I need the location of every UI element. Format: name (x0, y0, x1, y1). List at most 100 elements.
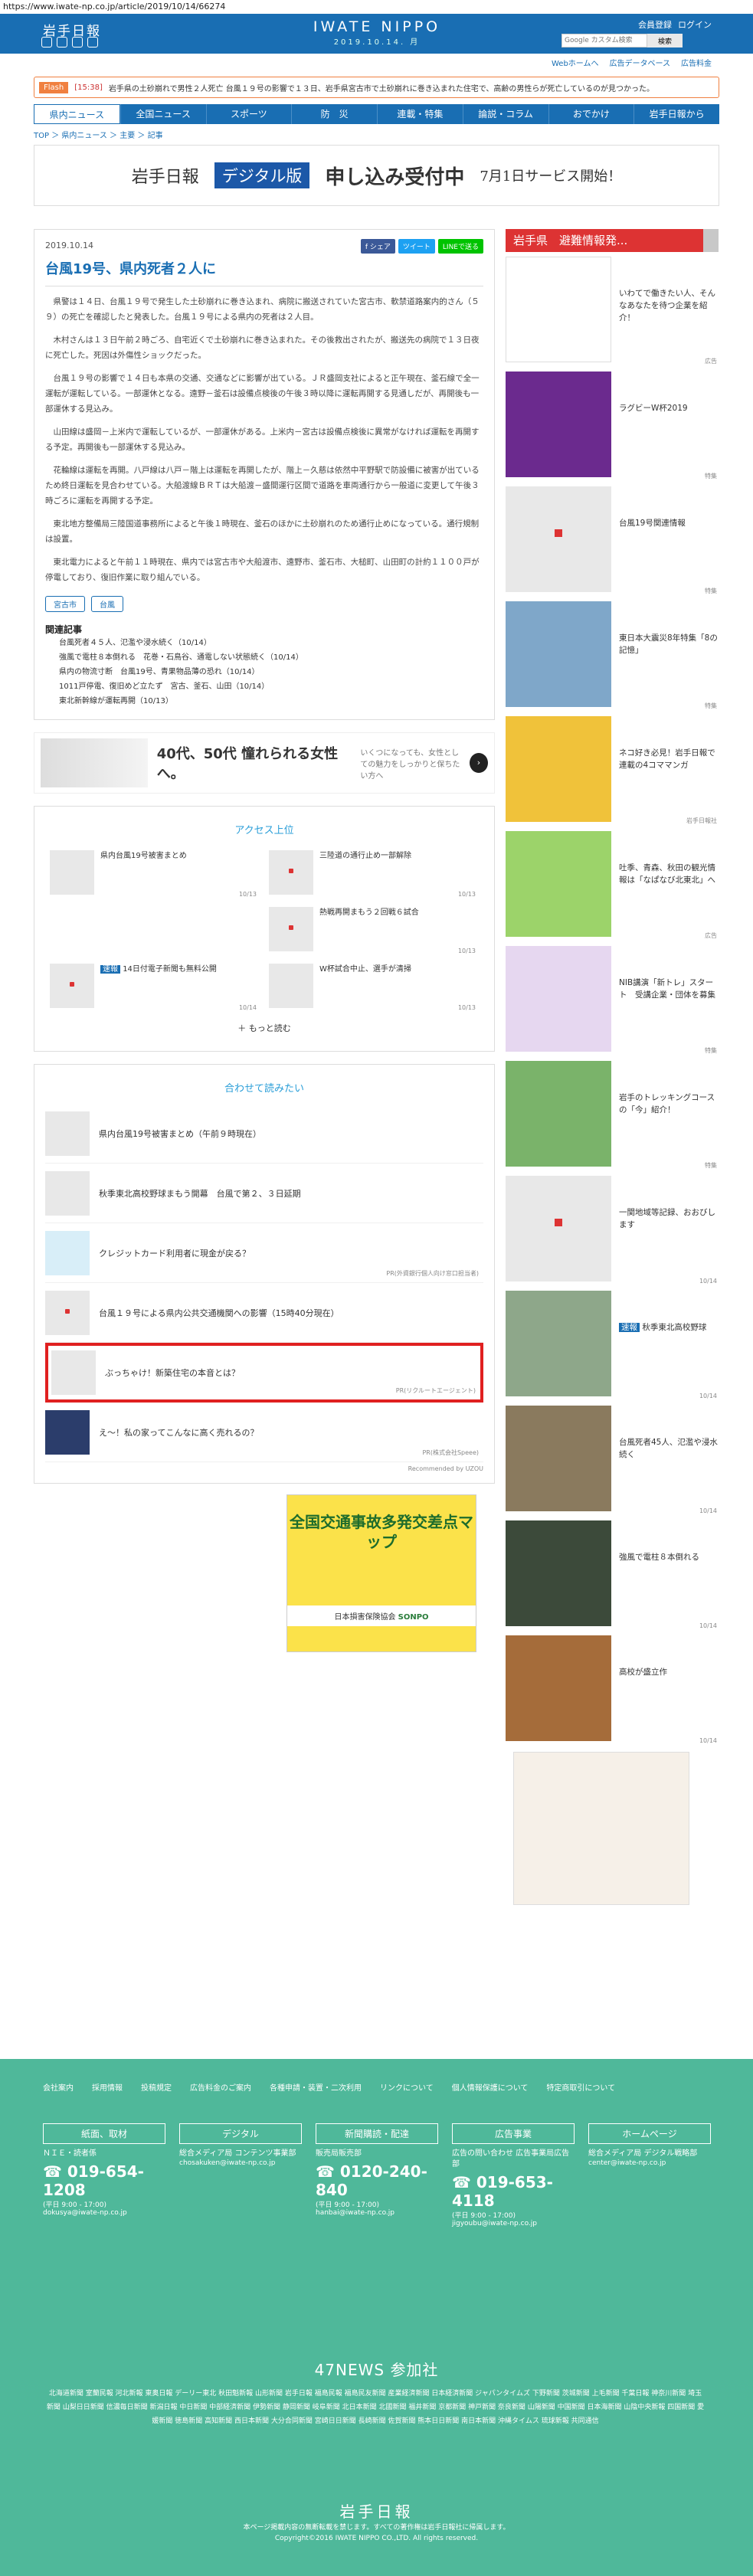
related-link[interactable]: 東北新幹線が運転再開（10/13） (45, 694, 483, 709)
ranking-title: 三陸道の通行止め一部解除 (319, 852, 411, 860)
sidebar-item[interactable]: 速報 秋季東北高校野球 10/14 (506, 1286, 719, 1401)
sidebar-item[interactable]: 吐季、青森、秋田の観光情報は「なぱなび北東北」へ広告 (506, 826, 719, 941)
sidebar-item[interactable]: NIB講演「新トレ」スタート 受講企業・団体を募集 特集 (506, 941, 719, 1056)
flash-news[interactable]: Flash [15:38] 岩手県の土砂崩れで男性２人死亡 台風１９号の影響で１… (34, 77, 719, 98)
sidebar-item[interactable]: 台風死者45人、氾濫や浸水続く 10/14 (506, 1401, 719, 1516)
ranking-date: 10/14 (238, 1004, 257, 1011)
traffic-map-ad[interactable]: 全国交通事故多発交差点マップ 日本損害保険協会 SONPO (286, 1494, 476, 1652)
share-buttons: f シェア ツイート LINEで送る (360, 239, 483, 254)
nav-series[interactable]: 連載・特集 (377, 104, 463, 124)
instagram-icon[interactable] (87, 37, 98, 47)
tag-miyako[interactable]: 宮古市 (45, 596, 85, 612)
ranking-item[interactable]: 県内台風19号被害まとめ 10/13 (45, 846, 264, 902)
digital-banner[interactable]: 岩手日報 デジタル版 申し込み受付中 7月1日サービス開始！ (34, 145, 719, 206)
nav-local-news[interactable]: 県内ニュース (34, 104, 120, 124)
sidebar-text: 吐季、青森、秋田の観光情報は「なぱなび北東北」へ (619, 863, 715, 885)
contact-mail[interactable]: jigyoubu@iwate-np.co.jp (452, 2220, 575, 2227)
search-form: 検索 (561, 34, 683, 47)
footer-link[interactable]: 採用情報 (92, 2082, 123, 2096)
sidebar-item[interactable]: ラグビーW杯2019 特集 (506, 367, 719, 482)
footer-link[interactable]: リンクについて (380, 2082, 434, 2096)
ranking-thumb (269, 907, 313, 951)
footer-link[interactable]: 広告料金のご案内 (190, 2082, 251, 2096)
ranking-item[interactable]: W杯試合中止、選手が清掃 10/13 (264, 959, 483, 1016)
nav-from-iwate[interactable]: 岩手日報から (634, 104, 719, 124)
contact-dept: 総合メディア局 デジタル戦略部 (588, 2149, 698, 2158)
facebook-share-button[interactable]: f シェア (360, 239, 395, 254)
line-share-button[interactable]: LINEで送る (437, 239, 483, 254)
nav-column[interactable]: 論説・コラム (462, 104, 548, 124)
facebook-icon[interactable] (57, 37, 67, 47)
flash-tag: Flash (39, 81, 69, 93)
recommend-item[interactable]: 秋季東北高校野球まもう開幕 台風で第２、３日延期 (45, 1164, 483, 1223)
footer-link[interactable]: 各種申請・装置・二次利用 (270, 2082, 362, 2096)
sidebar-source: 特集 (705, 473, 717, 480)
sidebar-text: 速報 秋季東北高校野球 (619, 1321, 706, 1396)
sidebar-item[interactable]: 東日本大震災8年特集「8の記憶」 特集 (506, 597, 719, 712)
site-footer: 会社案内 採用情報 投稿規定 広告料金のご案内 各種申請・装置・二次利用 リンク… (0, 2059, 753, 2576)
recommend-item[interactable]: クレジットカード利用者に現金が戻る？ PR(外資銀行個人向け窓口担当者) (45, 1223, 483, 1283)
brand-block: IWATE NIPPO 2019.10.14. 月 (305, 18, 449, 47)
sidebar-source: 広告 (705, 932, 717, 939)
article-paragraph: 山田線は盛岡－上米内で運転しているが、一部運休がある。上米内－宮古は設備点検後に… (45, 427, 480, 452)
ranking-item[interactable]: 速報 14日付電子新聞も無料公開 10/14 (45, 959, 264, 1016)
sidebar-header[interactable]: 岩手県 避難情報発... (506, 229, 719, 252)
footer-link[interactable]: 特定商取引について (546, 2082, 615, 2096)
nav-disaster[interactable]: 防 災 (291, 104, 377, 124)
sidebar-item[interactable]: ネコ好き必見！岩手日報で連載の4コママンガ 岩手日報社 (506, 712, 719, 826)
ranking-item-empty (45, 902, 264, 959)
search-button[interactable]: 検索 (647, 34, 683, 47)
sub-link-addb[interactable]: 広告データベース (610, 57, 671, 68)
related-link[interactable]: 強風で電柱８本倒れる 花巻・石鳥谷、通電しない状態続く（10/14） (45, 650, 483, 665)
ranking-item[interactable]: 熱戦再開まもう２回戦６試合 10/13 (264, 902, 483, 959)
search-input[interactable] (561, 34, 647, 47)
footer-logo[interactable]: 岩手日報 (0, 2499, 753, 2522)
sub-link-web[interactable]: Webホームへ (552, 57, 599, 68)
phone-number: 019-653-4118 (452, 2173, 553, 2210)
recommend-item[interactable]: 県内台風19号被害まとめ（午前９時現在） (45, 1104, 483, 1164)
sidebar-item[interactable]: 岩手のトレッキングコースの「今」紹介！ 特集 (506, 1056, 719, 1171)
more-button[interactable]: ＋ もっと読む (45, 1016, 483, 1040)
display-ad[interactable]: 40代、50代 憧れられる女性へ。 いくつになっても、女性としての魅力をしっかり… (34, 732, 495, 794)
tag-typhoon[interactable]: 台風 (91, 596, 123, 612)
recommend-item[interactable]: 台風１９号による県内公共交通機関への影響（15時40分現在） (45, 1283, 483, 1343)
nav-outing[interactable]: おでかけ (548, 104, 634, 124)
contact-mail[interactable]: dokusya@iwate-np.co.jp (43, 2209, 165, 2217)
contact-mail[interactable]: hanbai@iwate-np.co.jp (316, 2209, 438, 2217)
login-link[interactable]: ログイン (678, 18, 712, 31)
contact-phone: ☎ 0120-240-840 (316, 2162, 427, 2199)
recommend-item-highlighted[interactable]: ぶっちゃけ！新築住宅の本音とは？ PR(リクルートエージェント) (45, 1343, 483, 1403)
contact-col: デジタル 総合メディア局 コンテンツ事業部 chosakuken@iwate-np.… (179, 2123, 302, 2227)
nav-sports[interactable]: スポーツ (205, 104, 292, 124)
sub-link-adfee[interactable]: 広告料金 (681, 57, 712, 68)
sidebar-item[interactable]: 台風19号関連情報 特集 (506, 482, 719, 597)
copyright-notice: 本ページ掲載内容の無断転載を禁じます。すべての著作権は岩手日報社に帰属します。 (243, 2524, 510, 2532)
ranking-item[interactable]: 三陸道の通行止め一部解除 10/13 (264, 846, 483, 902)
related-link[interactable]: 県内の物流寸断 台風19号、青果物品薄の恐れ（10/14） (45, 665, 483, 679)
footer-link[interactable]: 投稿規定 (141, 2082, 172, 2096)
news47-list[interactable]: 北海道新聞 室蘭民報 河北新報 東奥日報 デーリー東北 秋田魁新報 山形新聞 岩… (46, 2387, 705, 2428)
twitter-icon[interactable] (41, 37, 52, 47)
nav-national-news[interactable]: 全国ニュース (119, 104, 206, 124)
tweet-button[interactable]: ツイート (398, 239, 435, 254)
line-icon[interactable] (72, 37, 83, 47)
chevron-right-icon[interactable]: › (469, 753, 488, 773)
footer-link[interactable]: 会社案内 (43, 2082, 74, 2096)
recommend-title: 合わせて読みたい (224, 1083, 304, 1095)
footer-link[interactable]: 個人情報保護について (452, 2082, 529, 2096)
recommend-item[interactable]: え〜！私の家ってこんなに高く売れるの？ PR(株式会社Speee) (45, 1403, 483, 1462)
manga-ad[interactable] (513, 1752, 689, 1905)
contact-mail[interactable]: chosakuken@iwate-np.co.jp (179, 2159, 302, 2167)
breadcrumb[interactable]: TOP ＞ 県内ニュース ＞ 主要 ＞ 記事 (34, 129, 719, 140)
sidebar-item[interactable]: 高校が盛立作 10/14 (506, 1631, 719, 1746)
sidebar-item[interactable]: いわてで働きたい人、そんなあなたを待つ企業を紹介！ 広告 (506, 252, 719, 367)
contact-heading: 広告事業 (452, 2123, 575, 2144)
ranking-date: 10/13 (457, 891, 476, 898)
related-link[interactable]: 1011戸停電、復旧めど立たず 宮古、釜石、山田（10/14） (45, 679, 483, 694)
sidebar-item[interactable]: 強風で電柱８本倒れる 10/14 (506, 1516, 719, 1631)
register-link[interactable]: 会員登録 (638, 18, 672, 31)
sidebar-thumb (506, 601, 611, 707)
contact-mail[interactable]: center@iwate-np.co.jp (588, 2159, 711, 2167)
sidebar-item[interactable]: 一関地域等記録、おおびします 10/14 (506, 1171, 719, 1286)
related-link[interactable]: 台風死者４５人、氾濫や浸水続く（10/14） (45, 636, 483, 650)
